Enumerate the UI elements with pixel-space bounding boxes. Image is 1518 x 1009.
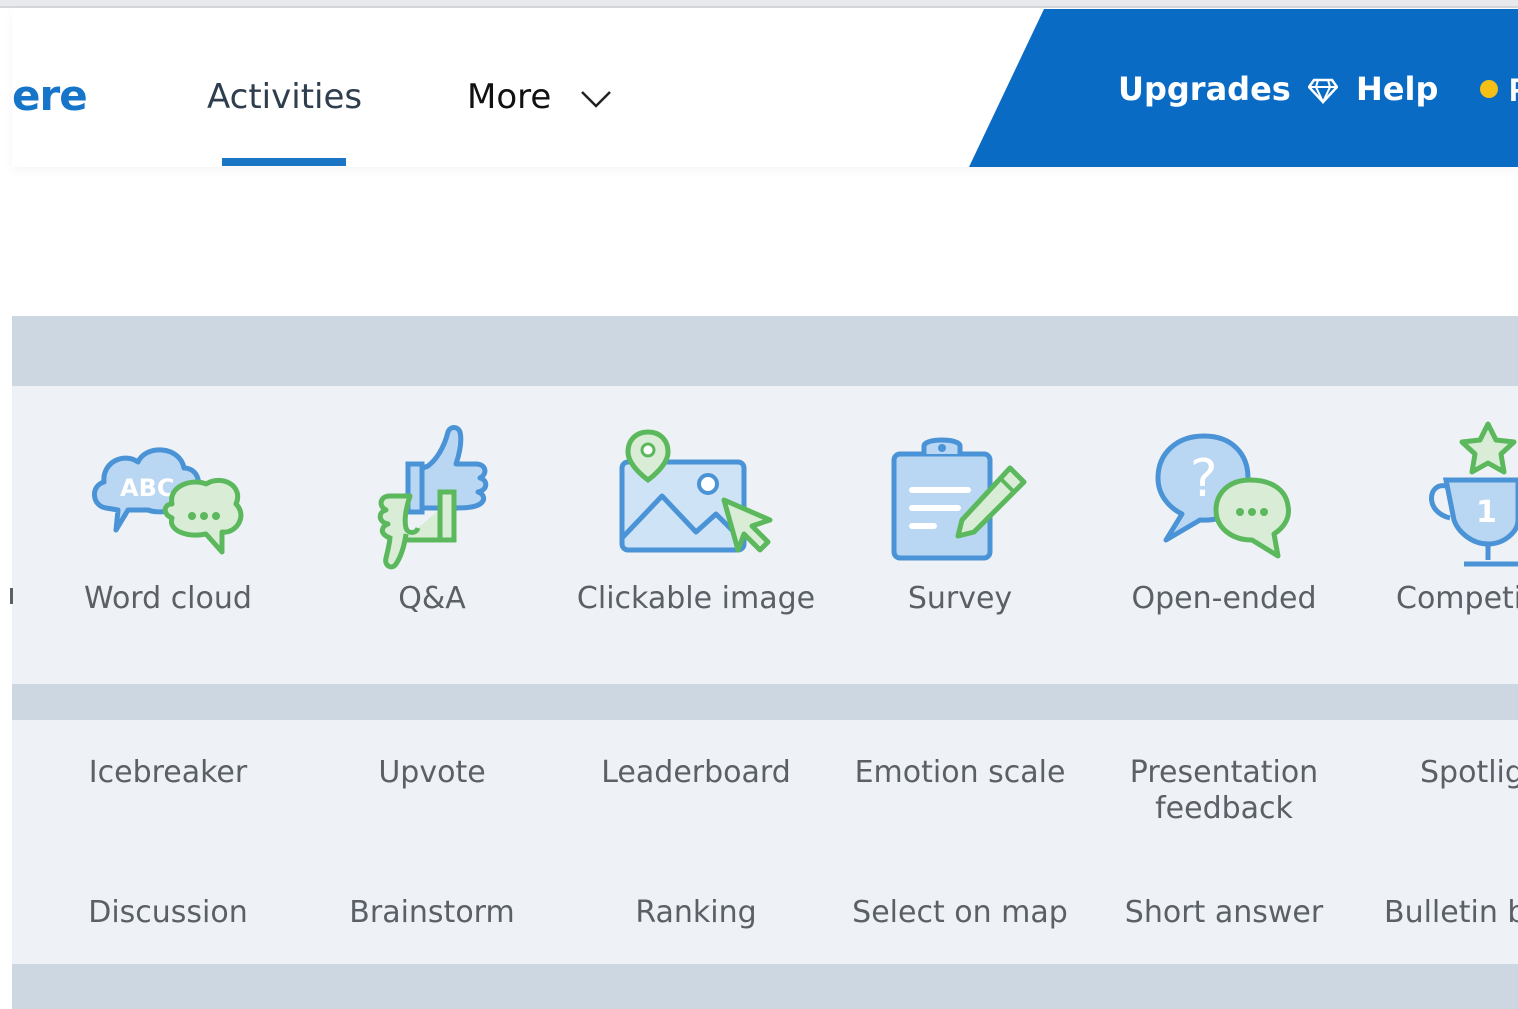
tile-label: Q&A [398, 581, 466, 616]
activity-icebreaker[interactable]: Icebreaker [43, 755, 293, 791]
activity-brainstorm[interactable]: Brainstorm [307, 895, 557, 931]
active-tab-indicator [222, 158, 346, 166]
activity-emotion-scale[interactable]: Emotion scale [835, 755, 1085, 791]
status-dot [1480, 80, 1498, 98]
survey-clipboard-icon [891, 437, 1027, 561]
section-header-stripe [12, 316, 1518, 386]
svg-text:ABC: ABC [120, 474, 174, 502]
nav-more-dropdown[interactable]: More [467, 77, 612, 117]
thumbs-up-down-icon [377, 425, 489, 570]
tile-label: Competi [1396, 581, 1518, 616]
section-footer-stripe [12, 964, 1518, 1009]
nav-right-fragment[interactable]: F [1509, 72, 1518, 109]
word-cloud-icon: ABC [92, 447, 244, 555]
chevron-down-icon [581, 90, 611, 108]
row3-clip: Bulletin b [1380, 895, 1518, 935]
activity-upvote[interactable]: Upvote [307, 755, 557, 791]
svg-text:?: ? [1190, 449, 1218, 509]
svg-text:1: 1 [1476, 495, 1497, 530]
upgrades-link[interactable]: Upgrades [1118, 70, 1339, 108]
clickable-image-icon [619, 429, 773, 553]
open-ended-question-icon: ? [1155, 433, 1291, 559]
browser-top-border [0, 6, 1518, 8]
tile-label: Survey [907, 581, 1013, 616]
section-divider [12, 684, 1518, 720]
diamond-icon [1307, 78, 1339, 105]
left-edge-fragment [10, 588, 13, 604]
activity-discussion[interactable]: Discussion [43, 895, 293, 931]
activity-select-on-map[interactable]: Select on map [835, 895, 1085, 931]
tile-label: Word cloud [84, 581, 252, 616]
help-link[interactable]: Help [1356, 70, 1438, 108]
nav-activities[interactable]: Activities [207, 77, 362, 117]
tile-label-clip: Competi [1390, 581, 1518, 621]
activity-ranking[interactable]: Ranking [571, 895, 821, 931]
activity-spotlight[interactable]: Spotlig [1420, 755, 1518, 791]
activity-presentation-feedback[interactable]: Presentation feedback [1099, 755, 1349, 827]
trophy-icon: 1 [1429, 421, 1518, 567]
tile-label: Clickable image [576, 581, 816, 616]
logo-fragment[interactable]: ere [12, 71, 88, 120]
nav-more-label: More [467, 77, 552, 117]
activity-bulletin-board[interactable]: Bulletin b [1384, 895, 1518, 931]
activity-short-answer[interactable]: Short answer [1099, 895, 1349, 931]
activity-leaderboard[interactable]: Leaderboard [571, 755, 821, 791]
tile-label: Open-ended [1131, 581, 1317, 616]
upgrades-label: Upgrades [1118, 70, 1291, 108]
row2-clip: Spotlig [1400, 755, 1518, 795]
